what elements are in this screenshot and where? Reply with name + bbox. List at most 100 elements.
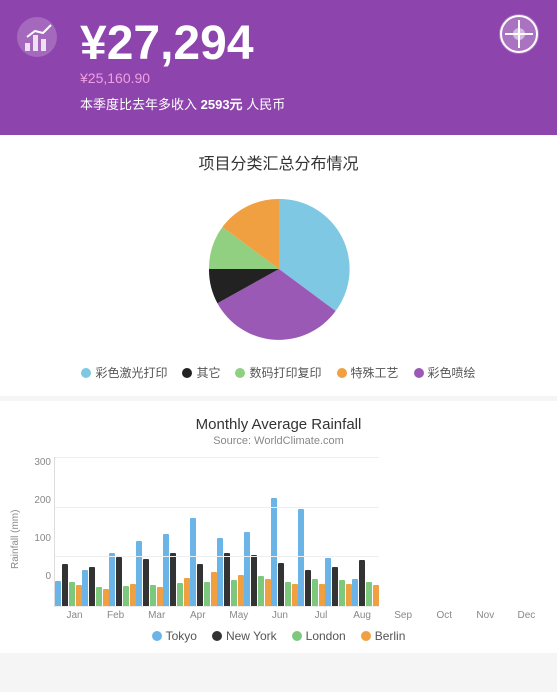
sub-value: ¥25,160.90 (80, 70, 537, 86)
month-group-mar (109, 457, 136, 606)
pie-chart (199, 189, 359, 349)
chart-area: Rainfall (mm) 300 200 100 0 JanFebMarApr… (10, 457, 547, 621)
bar (163, 534, 169, 606)
bar-legend-label-london: London (306, 629, 346, 643)
month-group-jun (190, 457, 217, 606)
legend-label-other: 其它 (196, 364, 220, 381)
month-group-may (163, 457, 190, 606)
month-group-feb (82, 457, 109, 606)
month-group-oct (298, 457, 325, 606)
bar (352, 579, 358, 606)
legend-dot-special (337, 368, 347, 378)
chart-inner: 300 200 100 0 JanFebMarAprMayJunJulAugSe… (24, 457, 547, 621)
bar-legend-label-tokyo: Tokyo (166, 629, 197, 643)
month-group-dec (352, 457, 379, 606)
bar (89, 567, 95, 606)
bars-area (54, 457, 379, 607)
month-group-jan (55, 457, 82, 606)
y-label-0: 0 (45, 571, 51, 582)
bar (143, 559, 149, 606)
bar (55, 581, 61, 606)
bar (204, 582, 210, 606)
grid-line (55, 606, 379, 607)
grid-line (55, 556, 379, 557)
legend-item-spray: 彩色喷绘 (414, 364, 476, 381)
bar (177, 583, 183, 606)
bar-legend-dot-london (292, 631, 302, 641)
bar (332, 567, 338, 606)
x-label-jun: Jun (259, 610, 300, 621)
pie-title: 项目分类汇总分布情况 (15, 150, 542, 174)
x-label-feb: Feb (95, 610, 136, 621)
x-labels: JanFebMarAprMayJunJulAugSepOctNovDec (54, 607, 547, 621)
x-label-aug: Aug (342, 610, 383, 621)
legend-dot-spray (414, 368, 424, 378)
legend-item-laser: 彩色激光打印 (81, 364, 167, 381)
legend-label-digital: 数码打印复印 (249, 364, 321, 381)
bar (312, 579, 318, 606)
x-label-sep: Sep (383, 610, 424, 621)
chart-icon (15, 15, 60, 60)
bar (82, 570, 88, 606)
bar (197, 564, 203, 606)
month-group-nov (325, 457, 352, 606)
month-group-jul (217, 457, 244, 606)
bar-legend-label-newyork: New York (226, 629, 277, 643)
bar (244, 532, 250, 606)
bar (136, 541, 142, 606)
y-labels: 300 200 100 0 (24, 457, 54, 582)
bar (116, 557, 122, 606)
x-label-jan: Jan (54, 610, 95, 621)
bar-legend-london: London (292, 629, 346, 643)
legend-item-digital: 数码打印复印 (235, 364, 321, 381)
pie-section: 项目分类汇总分布情况 彩色激光打印 其它 数码打印复印 (0, 135, 557, 396)
grid-line (55, 457, 379, 458)
x-label-nov: Nov (465, 610, 506, 621)
bar (339, 580, 345, 606)
bar (251, 555, 257, 606)
bar (150, 585, 156, 606)
bar (217, 538, 223, 606)
bar (109, 553, 115, 606)
bar (373, 585, 379, 606)
bar-legend-dot-berlin (361, 631, 371, 641)
bar (123, 586, 129, 606)
main-value: ¥27,294 (80, 20, 537, 68)
x-label-apr: Apr (177, 610, 218, 621)
y-label-100: 100 (34, 533, 51, 544)
bar (258, 576, 264, 606)
bar (190, 518, 196, 606)
legend-item-special: 特殊工艺 (337, 364, 399, 381)
x-label-oct: Oct (424, 610, 465, 621)
x-label-may: May (218, 610, 259, 621)
legend-dot-laser (81, 368, 91, 378)
bar (224, 553, 230, 606)
bar (359, 560, 365, 606)
bar (278, 563, 284, 606)
legend-dot-digital (235, 368, 245, 378)
header-description: 本季度比去年多收入 2593元 人民币 (80, 94, 537, 113)
legend-label-special: 特殊工艺 (351, 364, 399, 381)
bar-legend-newyork: New York (212, 629, 277, 643)
y-axis-label: Rainfall (mm) (10, 457, 21, 621)
x-label-mar: Mar (136, 610, 177, 621)
y-label-300: 300 (34, 457, 51, 468)
bar (271, 498, 277, 606)
header-section: ¥27,294 ¥25,160.90 本季度比去年多收入 2593元 人民币 (0, 0, 557, 135)
legend-dot-other (182, 368, 192, 378)
legend-label-spray: 彩色喷绘 (428, 364, 476, 381)
help-icon[interactable] (497, 12, 542, 57)
bar-legend-berlin: Berlin (361, 629, 406, 643)
legend-item-other: 其它 (182, 364, 220, 381)
month-group-aug (244, 457, 271, 606)
y-label-200: 200 (34, 495, 51, 506)
grid-line (55, 507, 379, 508)
bar (231, 580, 237, 606)
x-label-dec: Dec (506, 610, 547, 621)
month-group-sep (271, 457, 298, 606)
bar-legend: Tokyo New York London Berlin (10, 629, 547, 643)
bar (366, 582, 372, 606)
month-group-apr (136, 457, 163, 606)
bar (305, 570, 311, 606)
bar-legend-label-berlin: Berlin (375, 629, 406, 643)
